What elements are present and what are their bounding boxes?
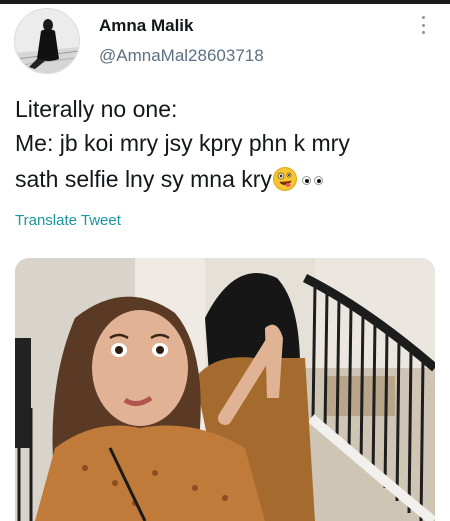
eyes-emoji-icon xyxy=(301,160,326,194)
tweet-text-line-1: Literally no one: xyxy=(15,96,178,122)
zany-face-emoji-icon xyxy=(272,167,297,191)
tweet-text-line-3: sath selfie lny sy mna kry xyxy=(15,160,440,196)
vertical-ellipsis-icon[interactable] xyxy=(414,14,432,36)
tweet-text: Literally no one: Me: jb koi mry jsy kpr… xyxy=(15,92,440,196)
tweet-photo[interactable] xyxy=(15,258,435,521)
tweet-text-line-3-label: sath selfie lny sy mna kry xyxy=(15,166,272,192)
tweet-text-line-2: Me: jb koi mry jsy kpry phn k mry xyxy=(15,130,350,156)
user-handle[interactable]: @AmnaMal28603718 xyxy=(99,46,264,66)
translate-tweet-link[interactable]: Translate Tweet xyxy=(15,212,121,229)
top-edge-bar xyxy=(0,0,450,4)
avatar[interactable] xyxy=(14,8,80,74)
display-name[interactable]: Amna Malik xyxy=(99,16,193,36)
